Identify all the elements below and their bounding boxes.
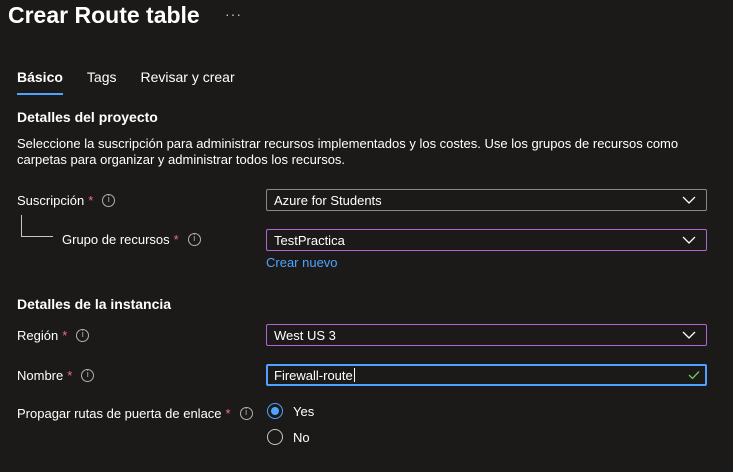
required-marker: * — [173, 232, 179, 247]
tab-revisar-y-crear[interactable]: Revisar y crear — [141, 69, 235, 95]
required-marker: * — [62, 328, 68, 343]
instance-details-heading: Detalles de la instancia — [17, 296, 172, 312]
subscription-label-row: Suscripción * i — [17, 193, 116, 208]
region-label: Región — [17, 328, 59, 343]
region-value: West US 3 — [274, 327, 336, 343]
name-label: Nombre — [17, 368, 64, 383]
create-new-link[interactable]: Crear nuevo — [266, 255, 338, 270]
radio-option-yes[interactable]: Yes — [267, 403, 314, 419]
info-icon[interactable]: i — [102, 194, 116, 207]
name-value: Firewall-route — [274, 367, 353, 383]
more-options-icon[interactable]: ··· — [225, 6, 242, 22]
resource-group-value: TestPractica — [274, 232, 345, 248]
subscription-value: Azure for Students — [274, 192, 382, 208]
resource-group-label: Grupo de recursos — [62, 232, 170, 247]
chevron-down-icon — [682, 236, 696, 244]
tab-tags[interactable]: Tags — [87, 69, 117, 95]
checkmark-icon — [688, 371, 700, 380]
propagate-label: Propagar rutas de puerta de enlace — [17, 406, 222, 421]
tab-basico[interactable]: Básico — [17, 69, 63, 95]
page-title: Crear Route table — [8, 2, 200, 28]
required-marker: * — [67, 368, 73, 383]
text-cursor — [353, 368, 355, 382]
subscription-select[interactable]: Azure for Students — [266, 189, 707, 211]
info-icon[interactable]: i — [187, 233, 201, 246]
info-icon[interactable]: i — [76, 329, 90, 342]
subscription-label: Suscripción — [17, 193, 85, 208]
region-label-row: Región * i — [17, 328, 90, 343]
project-details-heading: Detalles del proyecto — [17, 109, 158, 125]
info-icon[interactable]: i — [239, 407, 253, 420]
resource-group-select[interactable]: TestPractica — [266, 229, 707, 251]
required-marker: * — [88, 193, 94, 208]
info-icon[interactable]: i — [81, 369, 95, 382]
radio-label-no: No — [293, 429, 310, 445]
tree-connector — [21, 215, 53, 237]
resource-group-label-row: Grupo de recursos * i — [62, 232, 201, 247]
propagate-label-row: Propagar rutas de puerta de enlace * i — [17, 406, 253, 421]
radio-label-yes: Yes — [293, 403, 315, 419]
tab-bar: Básico Tags Revisar y crear — [17, 69, 259, 95]
chevron-down-icon — [682, 196, 696, 204]
region-select[interactable]: West US 3 — [266, 324, 707, 346]
name-input[interactable]: Firewall-route — [266, 364, 707, 386]
required-marker: * — [225, 406, 231, 421]
radio-option-no[interactable]: No — [267, 429, 310, 445]
radio-button-checked[interactable] — [267, 403, 283, 419]
name-label-row: Nombre * i — [17, 368, 95, 383]
radio-button-unchecked[interactable] — [267, 429, 283, 445]
project-details-description: Seleccione la suscripción para administr… — [17, 136, 679, 167]
chevron-down-icon — [682, 331, 696, 339]
